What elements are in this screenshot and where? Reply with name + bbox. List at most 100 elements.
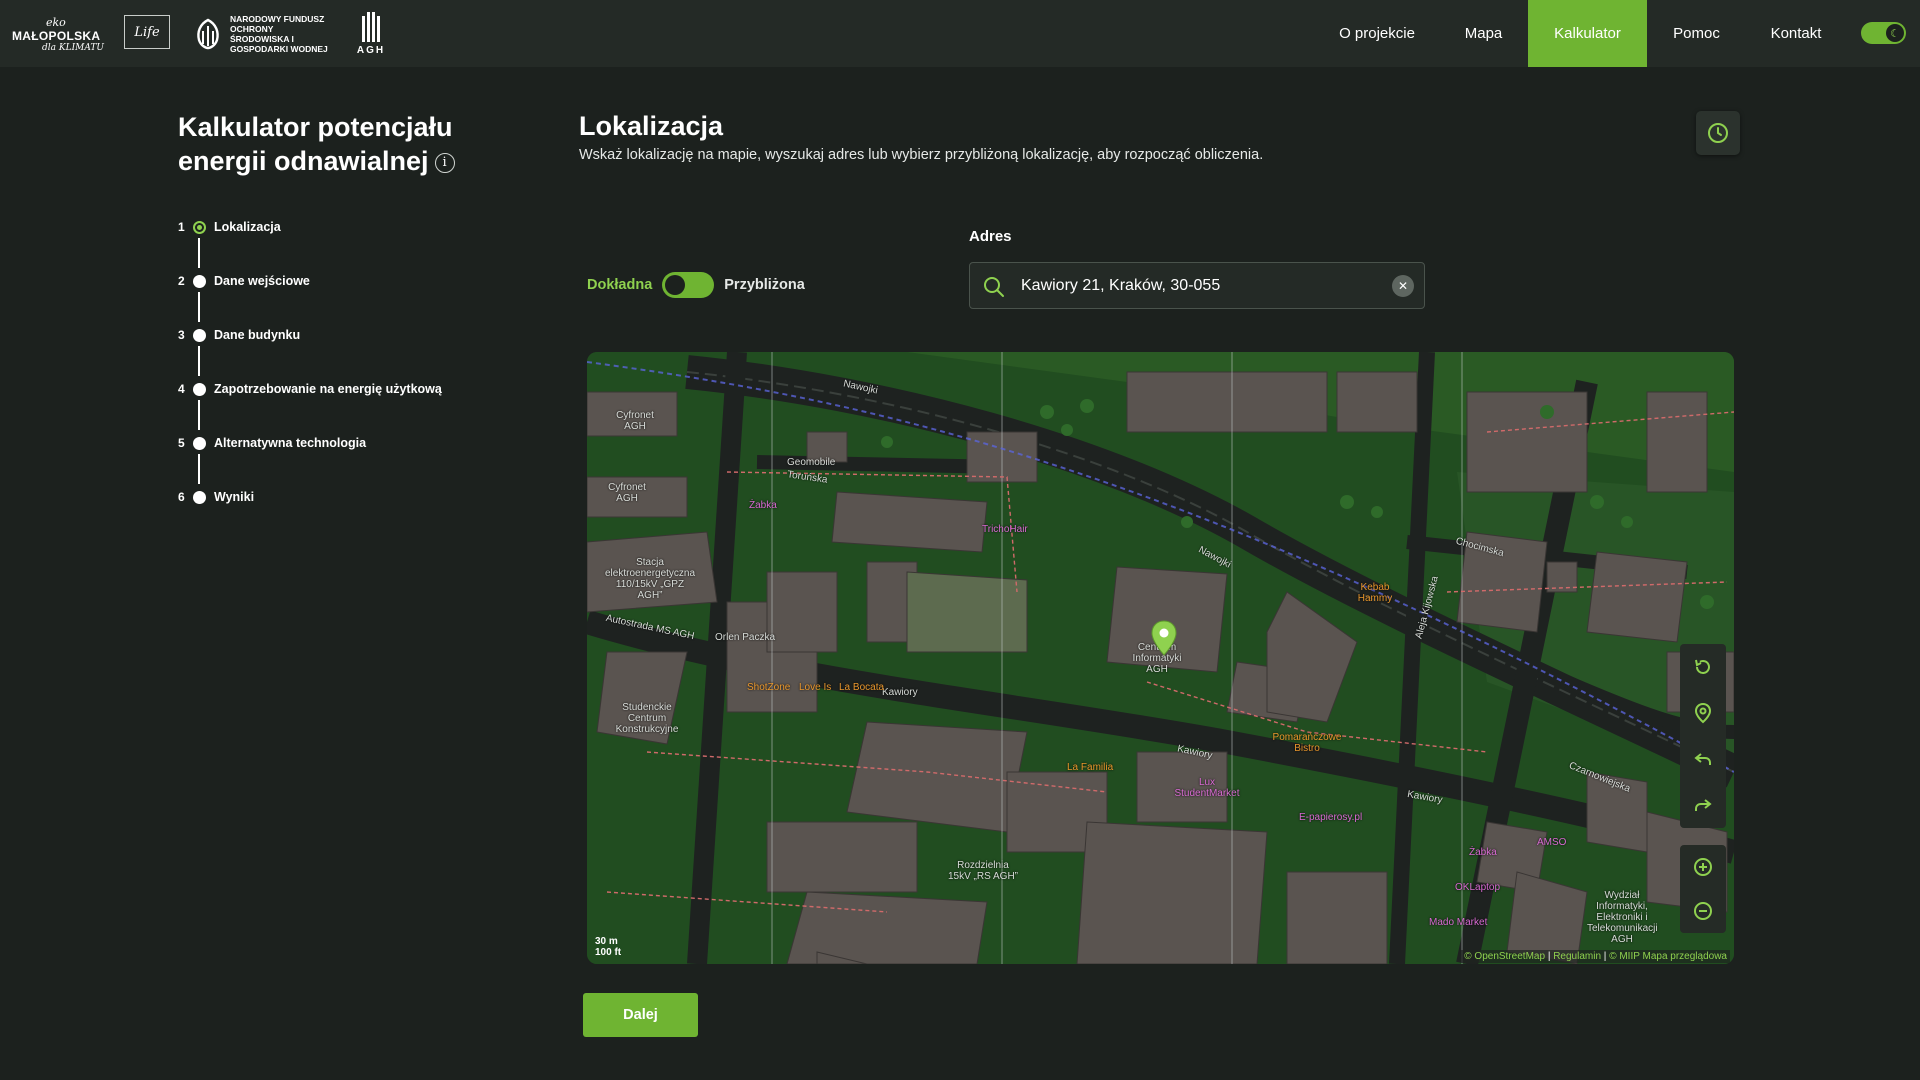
moon-icon: ☾ — [1886, 24, 1904, 42]
logo-text: dla KLIMATU — [42, 42, 104, 53]
map-label-poi: E-papierosy.pl — [1299, 812, 1363, 823]
step-number: 3 — [178, 328, 185, 342]
logo-text: NARODOWY FUNDUSZ OCHRONY ŚRODOWISKA I GO… — [230, 13, 328, 54]
step-number: 6 — [178, 490, 185, 504]
map-label-poi: Kebab Hammy — [1357, 582, 1393, 604]
miip-attribution-link[interactable]: © MIIP Mapa przeglądowa — [1609, 951, 1727, 962]
osm-attribution-link[interactable]: © OpenStreetMap — [1464, 951, 1545, 962]
agh-logo[interactable]: AGH — [356, 0, 386, 67]
locate-icon — [1694, 702, 1712, 724]
map-label-poi: La Familia — [1067, 762, 1114, 773]
search-icon — [984, 277, 1004, 297]
attribution-separator: | — [1547, 951, 1551, 962]
redo-button[interactable] — [1680, 782, 1726, 828]
calculator-title: Kalkulator potencjału energii odnawialne… — [178, 110, 508, 178]
map-label-building: Cyfronet AGH — [608, 482, 646, 504]
info-icon[interactable]: i — [434, 152, 455, 173]
step-lokalizacja[interactable]: 1 Lokalizacja — [178, 218, 442, 272]
step-label: Lokalizacja — [214, 220, 281, 234]
attribution-separator: | — [1603, 951, 1607, 962]
clear-search-icon[interactable]: ✕ — [1392, 275, 1414, 297]
step-number: 5 — [178, 436, 185, 450]
nav-mapa[interactable]: Mapa — [1455, 0, 1512, 67]
reset-view-button[interactable] — [1680, 644, 1726, 690]
step-connector — [198, 238, 200, 268]
address-label: Adres — [969, 228, 1012, 245]
step-dane-wejsciowe[interactable]: 2 Dane wejściowe — [178, 272, 442, 326]
logo-text: Life — [134, 24, 160, 40]
map-label-poi: ShotZone — [747, 682, 791, 693]
zoom-in-button[interactable] — [1680, 845, 1726, 889]
logo-text: MAŁOPOLSKA — [12, 28, 101, 43]
map-label-poi: OKLaptop — [1455, 882, 1501, 893]
map-label-poi: Orlen Paczka — [715, 632, 776, 643]
location-mode-toggle: Dokładna Przybliżona — [587, 272, 805, 298]
map-label-building: Wydział Informatyki, Elektroniki i Telek… — [1587, 890, 1658, 945]
step-connector — [198, 346, 200, 376]
nav-o-projekcie[interactable]: O projekcie — [1323, 0, 1431, 67]
zoom-out-icon — [1694, 902, 1712, 920]
step-label: Wyniki — [214, 490, 255, 504]
map-label-poi: Mado Market — [1429, 917, 1488, 928]
scale-meters: 30 m — [595, 936, 618, 947]
step-dot — [193, 437, 206, 450]
nfosigw-logo[interactable]: NARODOWY FUNDUSZ OCHRONY ŚRODOWISKA I GO… — [194, 0, 334, 67]
theme-toggle[interactable]: ☾ — [1861, 22, 1906, 44]
step-number: 1 — [178, 220, 185, 234]
step-number: 4 — [178, 382, 185, 396]
undo-button[interactable] — [1680, 736, 1726, 782]
step-label: Dane budynku — [214, 328, 301, 342]
logo-text: AGH — [356, 44, 386, 56]
mode-switch[interactable] — [662, 272, 715, 298]
address-search-field[interactable]: Kawiory 21, Kraków, 30-055 ✕ — [969, 262, 1425, 309]
map-label-building: Cyfronet AGH — [616, 410, 654, 432]
history-button[interactable] — [1696, 111, 1740, 155]
location-pin-icon[interactable] — [1151, 620, 1177, 656]
mode-przyblizona-label[interactable]: Przybliżona — [724, 277, 805, 293]
map-zoom-controls — [1680, 845, 1726, 933]
map-label-poi: Żabka — [1469, 847, 1497, 858]
step-dot — [193, 275, 206, 288]
step-dot — [193, 383, 206, 396]
agh-emblem-icon — [362, 11, 380, 42]
map-scale: 30 m 100 ft — [595, 936, 621, 958]
map-label-street: Kawiory — [882, 687, 918, 698]
eko-malopolska-logo[interactable]: eko MAŁOPOLSKA dla KLIMATU — [12, 14, 104, 54]
logo-text: eko — [46, 15, 66, 29]
step-zapotrzebowanie[interactable]: 4 Zapotrzebowanie na energię użytkową — [178, 380, 442, 434]
step-number: 2 — [178, 274, 185, 288]
top-header: eko MAŁOPOLSKA dla KLIMATU Life NARODOWY… — [0, 0, 1920, 67]
map-label-poi: Love Is — [799, 682, 832, 693]
nav-kontakt[interactable]: Kontakt — [1763, 0, 1829, 67]
redo-icon — [1695, 799, 1712, 811]
nav-kalkulator[interactable]: Kalkulator — [1528, 0, 1647, 67]
map-label-poi: Pomarańczowe Bistro — [1272, 732, 1342, 754]
map-attribution: © OpenStreetMap | Regulamin | © MIIP Map… — [1461, 950, 1730, 963]
map-controls-top — [1680, 644, 1726, 828]
step-connector — [198, 400, 200, 430]
map-label-poi: Żabka — [749, 500, 777, 511]
reset-icon — [1695, 659, 1710, 674]
nav-pomoc[interactable]: Pomoc — [1665, 0, 1728, 67]
clock-icon — [1708, 123, 1728, 143]
stepper: 1 Lokalizacja 2 Dane wejściowe 3 Dane bu… — [178, 218, 442, 542]
locate-button[interactable] — [1680, 690, 1726, 736]
map-label-building: Rozdzielnia 15kV „RS AGH” — [947, 860, 1019, 882]
map-label-poi: AMSO — [1537, 837, 1567, 848]
location-map[interactable]: Nawojki Nawojki Toruńska Kawiory Kawiory… — [587, 352, 1734, 964]
next-button[interactable]: Dalej — [583, 993, 698, 1037]
page-subtitle: Wskaż lokalizację na mapie, wyszukaj adr… — [579, 147, 1264, 163]
page-title: Lokalizacja — [579, 111, 724, 141]
step-wyniki[interactable]: 6 Wyniki — [178, 488, 442, 542]
map-label-poi: Lux StudentMarket — [1174, 777, 1240, 799]
regulamin-link[interactable]: Regulamin — [1553, 951, 1601, 962]
mode-dokladna-label[interactable]: Dokładna — [587, 277, 652, 293]
eu-life-logo[interactable]: Life — [124, 15, 170, 49]
address-search-input[interactable]: Kawiory 21, Kraków, 30-055 — [1021, 277, 1220, 295]
map-label-poi: La Bocata — [839, 682, 885, 693]
zoom-out-button[interactable] — [1680, 889, 1726, 933]
step-alternatywna-technologia[interactable]: 5 Alternatywna technologia — [178, 434, 442, 488]
map-label-building: Studenckie Centrum Konstrukcyjne — [615, 702, 679, 735]
switch-knob — [665, 275, 686, 295]
step-dane-budynku[interactable]: 3 Dane budynku — [178, 326, 442, 380]
